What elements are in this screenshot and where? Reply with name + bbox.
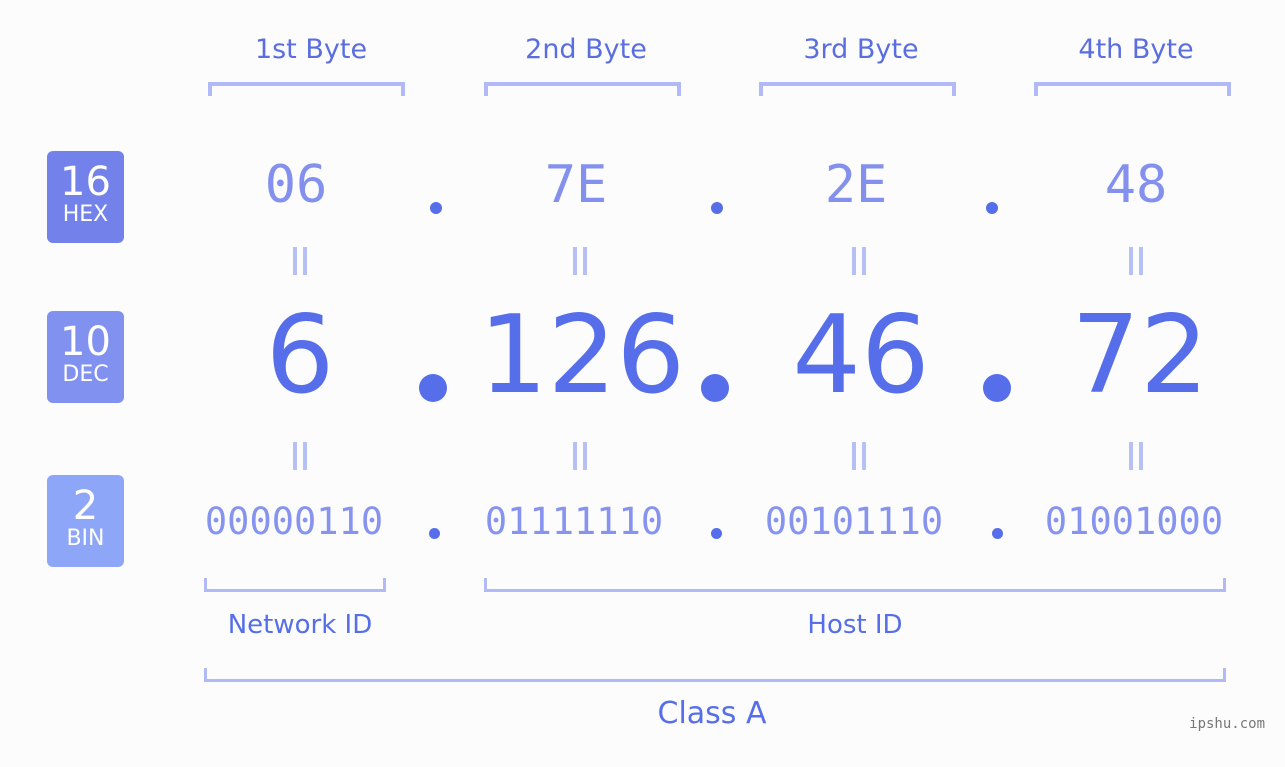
byte-bracket-3 xyxy=(759,82,956,96)
watermark: ipshu.com xyxy=(1189,716,1265,732)
dec-value-2: 126 xyxy=(478,293,686,418)
hex-badge: 16 HEX xyxy=(47,151,124,243)
class-bracket xyxy=(204,668,1226,682)
dec-value-1: 6 xyxy=(265,293,335,418)
dec-dot-3 xyxy=(983,374,1011,402)
equals-icon xyxy=(852,247,866,275)
byte-label-4: 4th Byte xyxy=(1078,34,1194,65)
equals-icon xyxy=(852,442,866,470)
dec-name: DEC xyxy=(62,362,109,387)
dec-dot-2 xyxy=(701,374,729,402)
hex-dot-1 xyxy=(430,202,442,214)
host-id-label: Host ID xyxy=(807,610,903,640)
byte-label-1: 1st Byte xyxy=(254,34,368,65)
equals-icon xyxy=(573,247,587,275)
dec-base: 10 xyxy=(60,319,111,365)
bin-name: BIN xyxy=(66,526,105,551)
hex-value-4: 48 xyxy=(1104,155,1168,215)
hex-base: 16 xyxy=(60,159,111,205)
equals-icon xyxy=(293,442,307,470)
bin-badge: 2 BIN xyxy=(47,475,124,567)
bin-value-3: 00101110 xyxy=(764,500,944,543)
hex-value-1: 06 xyxy=(264,155,328,215)
byte-bracket-4 xyxy=(1034,82,1231,96)
byte-bracket-2 xyxy=(484,82,681,96)
bin-dot-3 xyxy=(992,528,1003,539)
byte-label-2: 2nd Byte xyxy=(525,34,647,65)
network-id-label: Network ID xyxy=(227,610,373,640)
bin-dot-2 xyxy=(711,528,722,539)
byte-label-3: 3rd Byte xyxy=(803,34,919,65)
hex-dot-2 xyxy=(711,202,723,214)
hex-value-3: 2E xyxy=(824,155,888,215)
equals-icon xyxy=(573,442,587,470)
equals-icon xyxy=(1129,442,1143,470)
host-id-bracket xyxy=(484,578,1226,592)
hex-value-2: 7E xyxy=(544,155,608,215)
dec-value-4: 72 xyxy=(1071,293,1209,418)
dec-dot-1 xyxy=(419,374,447,402)
byte-bracket-1 xyxy=(208,82,405,96)
equals-icon xyxy=(293,247,307,275)
dec-value-3: 46 xyxy=(792,293,930,418)
class-label: Class A xyxy=(657,696,767,731)
bin-dot-1 xyxy=(429,528,440,539)
equals-icon xyxy=(1129,247,1143,275)
bin-value-4: 01001000 xyxy=(1044,500,1224,543)
bin-value-1: 00000110 xyxy=(204,500,384,543)
bin-base: 2 xyxy=(72,483,99,529)
bin-value-2: 01111110 xyxy=(484,500,664,543)
dec-badge: 10 DEC xyxy=(47,311,124,403)
hex-name: HEX xyxy=(62,202,109,227)
hex-dot-3 xyxy=(986,202,998,214)
network-id-bracket xyxy=(204,578,386,592)
